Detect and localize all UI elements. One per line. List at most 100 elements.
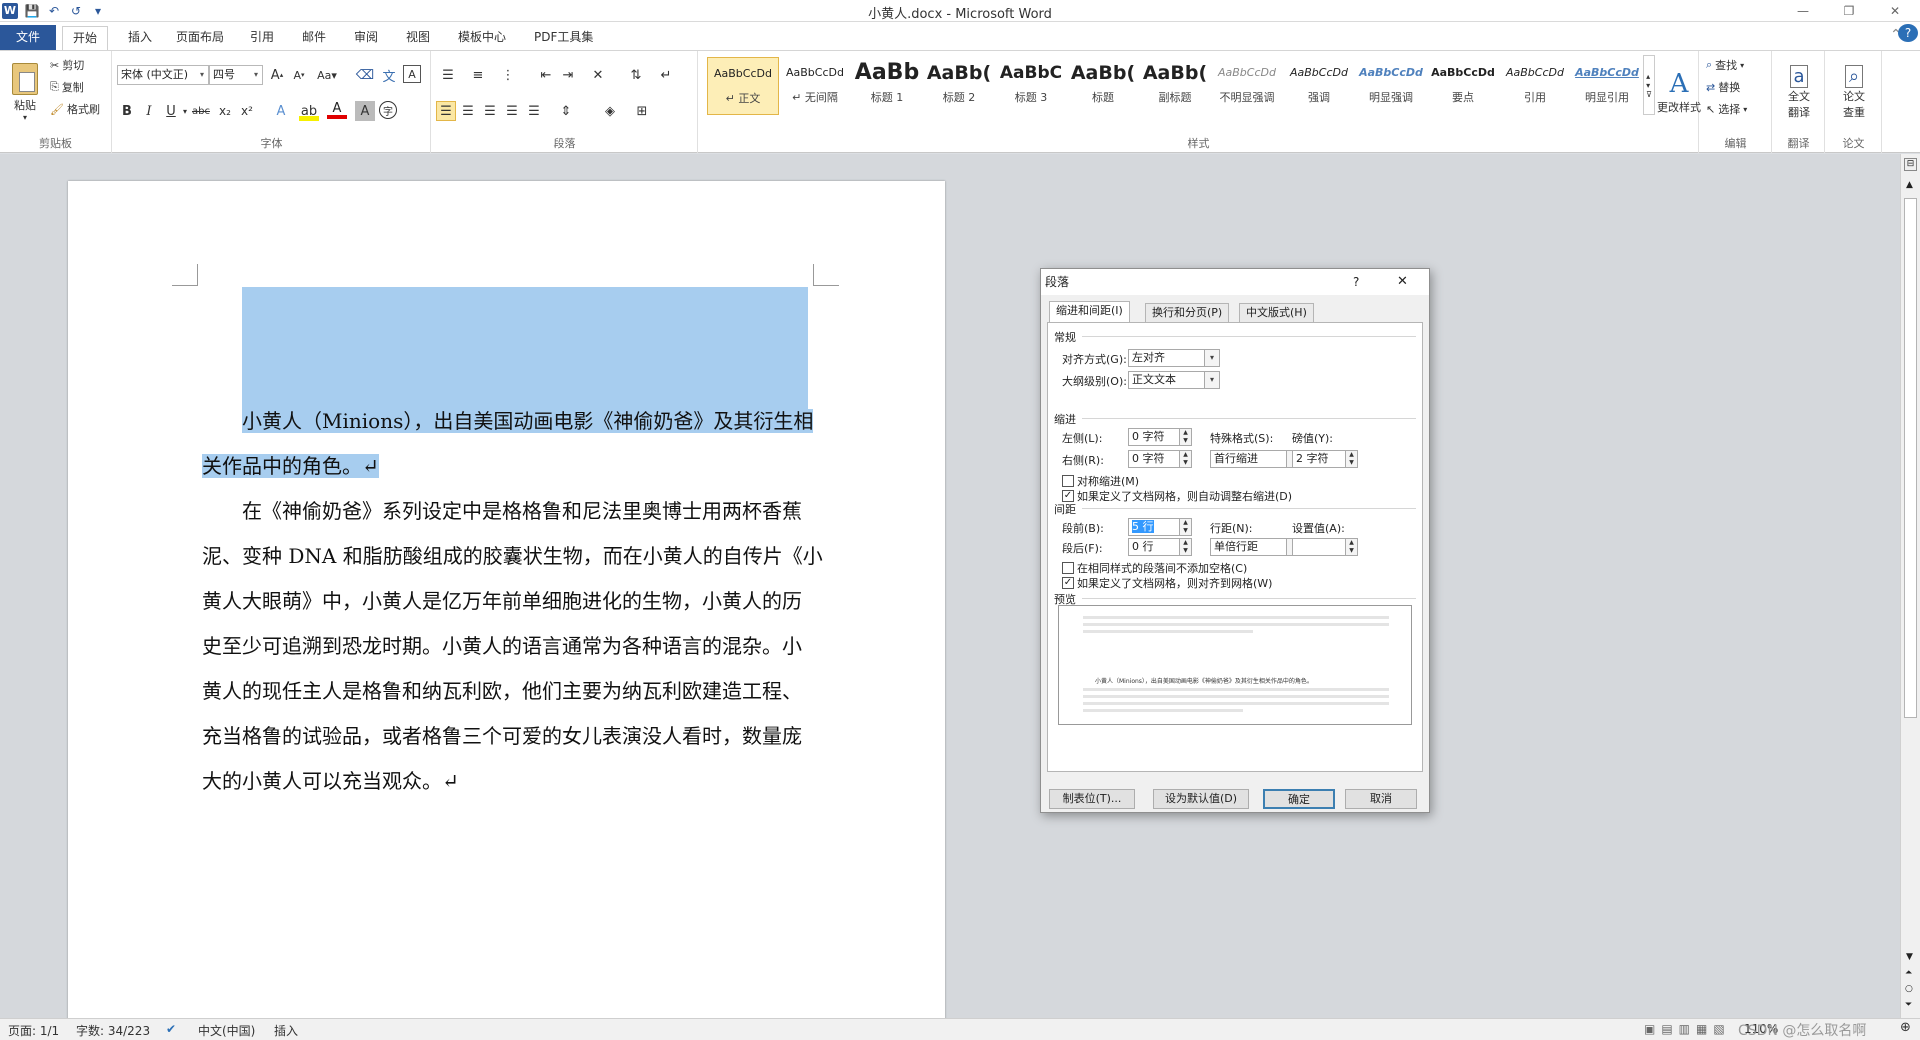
tab-references[interactable]: 引用: [240, 26, 284, 50]
bold-icon[interactable]: B: [117, 101, 137, 121]
enclose-char-icon[interactable]: 字: [379, 101, 397, 119]
increase-indent-icon[interactable]: ⇥: [558, 65, 578, 85]
paste-button[interactable]: 粘贴 ▾: [6, 57, 44, 127]
cancel-button[interactable]: 取消: [1345, 789, 1417, 809]
scroll-up-icon[interactable]: ▲: [1906, 180, 1913, 190]
distribute-icon[interactable]: ☰: [524, 101, 544, 121]
help-icon[interactable]: ?: [1898, 24, 1918, 42]
minimize-button[interactable]: —: [1780, 0, 1826, 22]
style-item-normal[interactable]: AaBbCcDd ↵ 正文: [707, 57, 779, 115]
dialog-help-button[interactable]: ?: [1353, 269, 1359, 295]
shrink-font-icon[interactable]: A ▾: [289, 65, 309, 85]
outline-level-select[interactable]: 正文文本 ▾: [1128, 371, 1220, 389]
zoom-in-icon[interactable]: ⊕: [1900, 1020, 1911, 1035]
tab-view[interactable]: 视图: [396, 26, 440, 50]
style-item-subtle-emphasis[interactable]: AaBbCcDd 不明显强调: [1211, 57, 1283, 115]
tab-mailings[interactable]: 邮件: [292, 26, 336, 50]
highlight-icon[interactable]: ab: [299, 101, 319, 121]
grow-font-icon[interactable]: A ▴: [267, 65, 287, 85]
style-item-intense-emphasis[interactable]: AaBbCcDd 明显强调: [1355, 57, 1427, 115]
style-item-quote[interactable]: AaBbCcDd 引用: [1499, 57, 1571, 115]
tab-layout[interactable]: 页面布局: [166, 26, 234, 50]
space-after-spinner[interactable]: 0 行 ▲ ▼: [1128, 538, 1192, 556]
next-page-icon[interactable]: ⏷: [1905, 1000, 1912, 1010]
document-page[interactable]: 小黄人（Minions），出自美国动画电影《神偷奶爸》及其衍生相 关作品中的角色…: [68, 181, 945, 1021]
borders-icon[interactable]: ⊞: [632, 101, 652, 121]
char-border-icon[interactable]: A: [403, 65, 421, 83]
line-spacing-icon[interactable]: ⇕: [556, 101, 576, 121]
language-indicator[interactable]: 中文(中国): [198, 1022, 255, 1039]
dialog-close-button[interactable]: ✕: [1397, 269, 1408, 295]
bullets-icon[interactable]: ☰: [438, 65, 458, 85]
indent-by-spinner[interactable]: 2 字符 ▲ ▼: [1292, 450, 1358, 468]
right-indent-spinner[interactable]: 0 字符 ▲ ▼: [1128, 450, 1192, 468]
alignment-select[interactable]: 左对齐 ▾: [1128, 349, 1220, 367]
no-space-same-style-checkbox[interactable]: 在相同样式的段落间不添加空格(C): [1062, 560, 1247, 576]
style-item-no-spacing[interactable]: AaBbCcDd ↵ 无间隔: [779, 57, 851, 115]
page-indicator[interactable]: 页面: 1/1: [8, 1022, 59, 1039]
line-spacing-select[interactable]: 单倍行距▾: [1210, 538, 1302, 556]
strikethrough-icon[interactable]: abc: [191, 101, 211, 121]
spin-arrows-icon[interactable]: ▲ ▼: [1179, 519, 1191, 535]
prev-page-icon[interactable]: ⏶: [1905, 968, 1912, 978]
font-name-combo[interactable]: 宋体 (中文正) ▾: [117, 65, 209, 85]
numbering-icon[interactable]: ≡: [468, 65, 488, 85]
style-item-strong[interactable]: AaBbCcDd 要点: [1427, 57, 1499, 115]
checkbox-box[interactable]: [1062, 475, 1074, 487]
find-button[interactable]: ⌕ 查找 ▾: [1706, 57, 1744, 73]
space-before-spinner[interactable]: 5 行 ▲ ▼: [1128, 518, 1192, 536]
shading-icon[interactable]: ◈: [600, 101, 620, 121]
char-shading-icon[interactable]: A: [355, 101, 375, 121]
justify-icon[interactable]: ☰: [502, 101, 522, 121]
spin-arrows-icon[interactable]: ▲ ▼: [1179, 539, 1191, 555]
paragraph-1[interactable]: 小黄人（Minions），出自美国动画电影《神偷奶爸》及其衍生相 关作品中的角色…: [202, 399, 822, 489]
checkbox-box[interactable]: [1062, 562, 1074, 574]
replace-button[interactable]: ⇄ 替换: [1706, 79, 1740, 95]
align-center-icon[interactable]: ☰: [458, 101, 478, 121]
align-right-icon[interactable]: ☰: [480, 101, 500, 121]
cut-button[interactable]: ✂ 剪切: [50, 57, 84, 73]
proofing-icon[interactable]: ✔: [166, 1022, 176, 1036]
italic-icon[interactable]: I: [139, 101, 159, 121]
tab-asian-typography[interactable]: 中文版式(H): [1239, 303, 1314, 323]
multilevel-list-icon[interactable]: ⋮: [498, 65, 518, 85]
chinese-layout-icon[interactable]: ✕: [588, 65, 608, 85]
checkmark-icon[interactable]: ✓: [1062, 577, 1074, 589]
restore-button[interactable]: ❐: [1826, 0, 1872, 22]
at-value-spinner[interactable]: ▲ ▼: [1292, 538, 1358, 556]
alignment-dropdown-icon[interactable]: ▾: [1204, 350, 1219, 366]
align-left-icon[interactable]: ☰: [436, 101, 456, 121]
phonetic-guide-icon[interactable]: 文: [379, 65, 399, 85]
paper-check-button[interactable]: ⌕ 论文 查重: [1830, 57, 1878, 127]
style-item-heading2[interactable]: AaBb( 标题 2: [923, 57, 995, 115]
tab-home[interactable]: 开始: [62, 26, 109, 50]
select-button[interactable]: ↖ 选择 ▾: [1706, 101, 1747, 117]
style-item-intense-quote[interactable]: AaBbCcDd 明显引用: [1571, 57, 1643, 115]
snap-to-grid-checkbox[interactable]: ✓ 如果定义了文档网格，则对齐到网格(W): [1062, 575, 1272, 591]
set-default-button[interactable]: 设为默认值(D): [1153, 789, 1249, 809]
paragraph-2[interactable]: 在《神偷奶爸》系列设定中是格格鲁和尼法里奥博士用两杯香蕉 泥、变种 DNA 和脂…: [202, 489, 823, 804]
tabs-button[interactable]: 制表位(T)...: [1049, 789, 1135, 809]
ok-button[interactable]: 确定: [1263, 789, 1335, 809]
special-format-select[interactable]: 首行缩进▾: [1210, 450, 1302, 468]
auto-adjust-indent-checkbox[interactable]: ✓ 如果定义了文档网格，则自动调整右缩进(D): [1062, 488, 1292, 504]
subscript-icon[interactable]: x₂: [215, 101, 235, 121]
copy-button[interactable]: ⎘ 复制: [50, 79, 84, 95]
tab-indent-spacing[interactable]: 缩进和间距(I): [1049, 301, 1130, 323]
spin-arrows-icon[interactable]: ▲ ▼: [1345, 451, 1357, 467]
change-case-icon[interactable]: Aa▾: [317, 65, 337, 85]
spin-arrows-icon[interactable]: ▲ ▼: [1345, 539, 1357, 555]
spin-arrows-icon[interactable]: ▲ ▼: [1179, 429, 1191, 445]
tab-insert[interactable]: 插入: [118, 26, 162, 50]
font-name-dropdown-icon[interactable]: ▾: [196, 66, 208, 84]
style-item-heading3[interactable]: AaBbC 标题 3: [995, 57, 1067, 115]
close-button[interactable]: ✕: [1872, 0, 1918, 22]
tab-pdf[interactable]: PDF工具集: [524, 26, 603, 50]
scroll-down-icon[interactable]: ▼: [1906, 952, 1913, 962]
text-effects-icon[interactable]: A: [271, 101, 291, 121]
full-translate-button[interactable]: a 全文 翻译: [1777, 57, 1821, 127]
clear-format-icon[interactable]: ⌫: [355, 65, 375, 85]
word-count[interactable]: 字数: 34/223: [76, 1022, 150, 1039]
format-painter-button[interactable]: 🖌 格式刷: [50, 101, 100, 117]
left-indent-spinner[interactable]: 0 字符 ▲ ▼: [1128, 428, 1192, 446]
